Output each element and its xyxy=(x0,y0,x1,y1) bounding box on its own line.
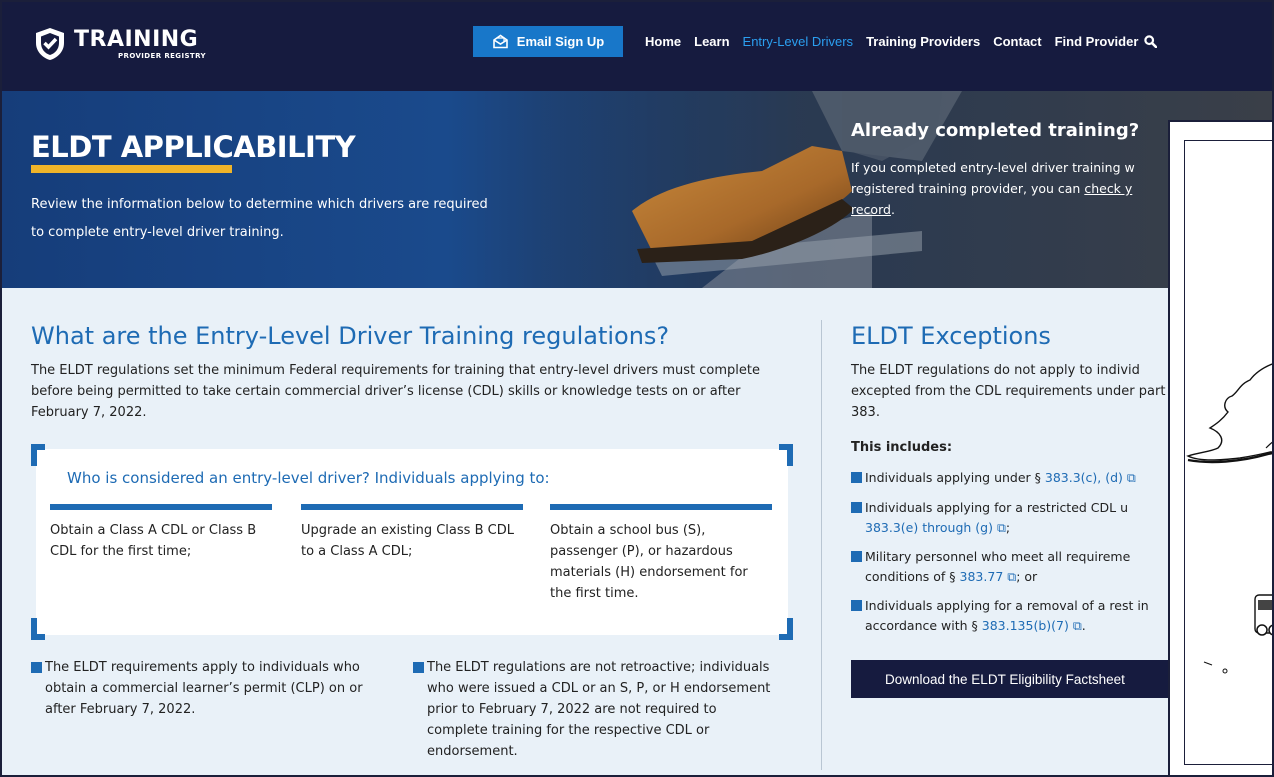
overlay-map-window[interactable] xyxy=(1168,120,1272,775)
list-item: The ELDT requirements apply to individua… xyxy=(31,657,381,720)
nav-entry-level-drivers-active[interactable]: Entry-Level Drivers xyxy=(743,34,854,49)
site-logo[interactable]: TRAINING PROVIDER REGISTRY xyxy=(34,24,206,64)
search-icon xyxy=(1144,35,1158,48)
exception-text-after: ; or xyxy=(1016,569,1038,584)
exception-item: Individuals applying for a removal of a … xyxy=(851,596,1191,636)
who-heading: Who is considered an entry-level driver?… xyxy=(67,469,550,487)
nav-find-provider[interactable]: Find Provider xyxy=(1055,34,1158,49)
bullet-square xyxy=(851,502,862,513)
bullet-text: The ELDT regulations are not retroactive… xyxy=(427,660,771,759)
main-nav: Home Entry-Level Drivers Learn Training … xyxy=(645,26,1158,57)
completed-text-end: . xyxy=(890,202,895,217)
includes-label: This includes: xyxy=(851,440,953,455)
external-link-icon[interactable]: ⧉ xyxy=(1123,470,1136,485)
site-header: TRAINING PROVIDER REGISTRY Email Sign Up… xyxy=(2,2,1272,91)
nav-contact[interactable]: Contact xyxy=(993,34,1041,49)
list-item: The ELDT regulations are not retroactive… xyxy=(413,657,778,762)
external-link-icon[interactable]: ⧉ xyxy=(1003,569,1016,584)
email-signup-label: Email Sign Up xyxy=(516,34,605,49)
exceptions-heading: ELDT Exceptions xyxy=(851,322,1051,350)
completed-text-2: registered training provider, you can xyxy=(851,181,1085,196)
entry-level-driver-box: Who is considered an entry-level driver?… xyxy=(31,444,793,640)
corner-bracket xyxy=(31,444,45,466)
regulation-link[interactable]: 383.3(c), (d) xyxy=(1045,470,1123,485)
corner-bracket xyxy=(779,444,793,466)
corner-bracket xyxy=(779,618,793,640)
exception-text-after: . xyxy=(1081,618,1086,633)
download-factsheet-button[interactable]: Download the ELDT Eligibility Factsheet xyxy=(851,660,1191,698)
bullet-square xyxy=(851,600,862,611)
completed-training-heading: Already completed training? xyxy=(851,120,1140,141)
nav-home[interactable]: Home xyxy=(645,34,681,49)
envelope-icon xyxy=(492,34,508,49)
external-link-icon[interactable]: ⧉ xyxy=(993,520,1006,535)
logo-wordmark: TRAINING PROVIDER REGISTRY xyxy=(74,26,206,60)
exceptions-body: The ELDT regulations do not apply to ind… xyxy=(851,363,1166,420)
bullet-square xyxy=(31,662,42,673)
logo-subtitle: PROVIDER REGISTRY xyxy=(118,51,206,60)
exception-item: Individuals applying under § 383.3(c), (… xyxy=(851,468,1191,488)
main-content: What are the Entry-Level Driver Training… xyxy=(2,288,1272,775)
bullet-square xyxy=(851,472,862,483)
shield-check-icon xyxy=(36,28,64,60)
regulations-body: The ELDT regulations set the minimum Fed… xyxy=(31,363,760,420)
email-signup-button[interactable]: Email Sign Up xyxy=(473,26,623,57)
nav-learn[interactable]: Learn xyxy=(694,34,729,49)
external-link-icon[interactable]: ⧉ xyxy=(1069,618,1082,633)
column-bar xyxy=(550,504,772,510)
bullet-square xyxy=(413,662,424,673)
title-underline xyxy=(31,165,232,173)
check-record-link[interactable]: check y xyxy=(1084,181,1132,196)
exception-item: Military personnel who meet all requirem… xyxy=(851,547,1191,587)
regulation-link[interactable]: 383.135(b)(7) xyxy=(982,618,1069,633)
hero-banner: ELDT APPLICABILITY Review the informatio… xyxy=(2,91,1272,288)
column-divider xyxy=(821,320,822,770)
exception-text: Individuals applying under § xyxy=(865,470,1045,485)
regulation-link[interactable]: 383.77 xyxy=(960,569,1004,584)
who-column-text: Upgrade an existing Class B CDL to a Cla… xyxy=(301,523,514,559)
page-title: ELDT APPLICABILITY xyxy=(31,130,356,164)
nav-find-provider-label: Find Provider xyxy=(1054,34,1139,49)
corner-bracket xyxy=(31,618,45,640)
logo-title: TRAINING xyxy=(74,26,199,52)
who-column-text: Obtain a Class A CDL or Class B CDL for … xyxy=(50,523,257,559)
hero-description: Review the information below to determin… xyxy=(31,197,488,240)
nav-training-providers[interactable]: Training Providers xyxy=(866,34,980,49)
column-bar xyxy=(50,504,272,510)
bullet-square xyxy=(851,551,862,562)
completed-training-text: If you completed entry-level driver trai… xyxy=(851,157,1181,220)
column-bar xyxy=(301,504,523,510)
exception-text: Individuals applying for a restricted CD… xyxy=(865,500,1129,515)
map-outline xyxy=(1186,363,1272,674)
who-column-2: Upgrade an existing Class B CDL to a Cla… xyxy=(301,504,523,562)
exception-text-after: ; xyxy=(1005,520,1011,535)
regulations-heading: What are the Entry-Level Driver Training… xyxy=(31,322,670,350)
completed-text-1: If you completed entry-level driver trai… xyxy=(851,160,1135,175)
regulation-link[interactable]: 383.3(e) through (g) xyxy=(865,520,993,535)
who-column-1: Obtain a Class A CDL or Class B CDL for … xyxy=(50,504,272,562)
bullet-text: The ELDT requirements apply to individua… xyxy=(45,660,363,717)
who-column-3: Obtain a school bus (S), passenger (P), … xyxy=(550,504,772,604)
browser-page: TRAINING PROVIDER REGISTRY Email Sign Up… xyxy=(0,0,1274,777)
exception-item: Individuals applying for a restricted CD… xyxy=(851,498,1191,538)
who-column-text: Obtain a school bus (S), passenger (P), … xyxy=(550,523,748,601)
check-record-link-cont[interactable]: record xyxy=(851,202,891,217)
